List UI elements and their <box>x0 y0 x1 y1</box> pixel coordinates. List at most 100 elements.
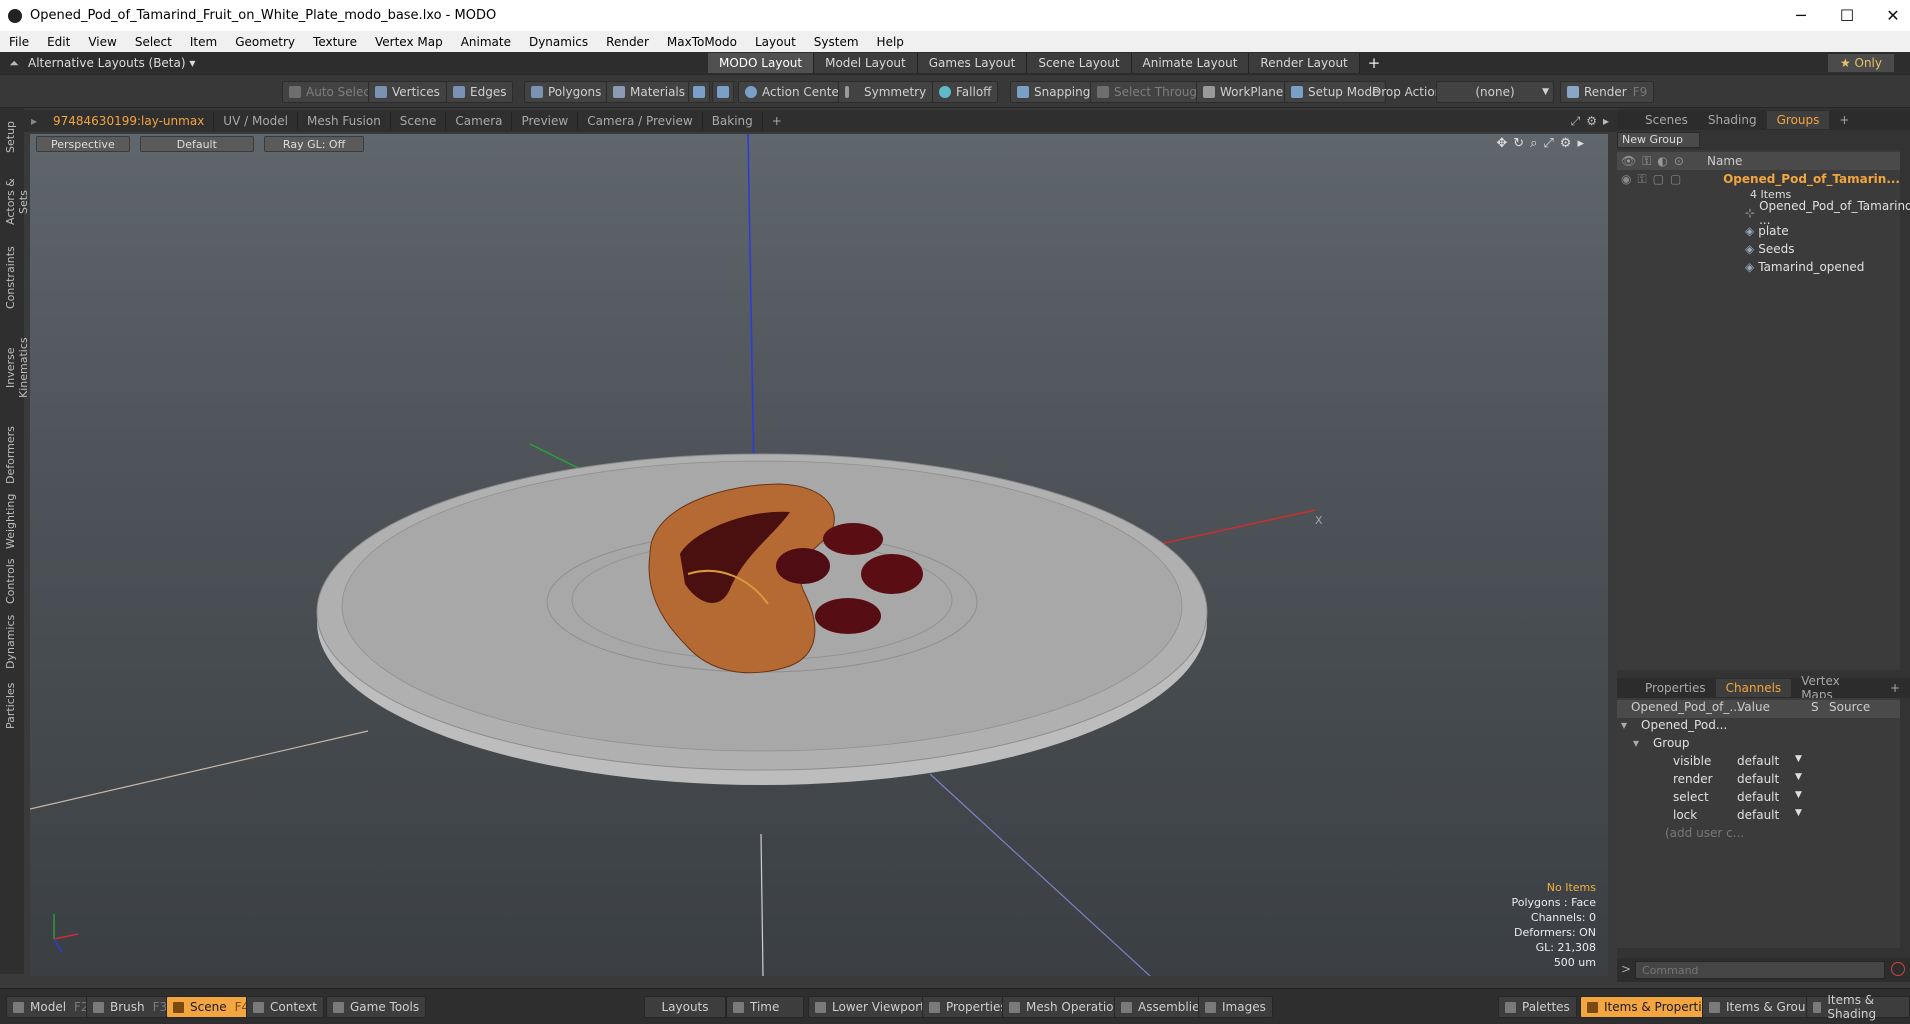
menu-edit[interactable]: Edit <box>38 35 79 49</box>
drop-action-select[interactable]: (none) ▼ <box>1436 81 1554 103</box>
side-tab-deformers[interactable]: Deformers <box>4 424 20 486</box>
snap-select-button[interactable] <box>688 81 710 103</box>
group-root-toggles[interactable]: ◉⚿▢▢ <box>1617 172 1723 187</box>
channel-row[interactable]: visible default ▼ <box>1617 754 1900 772</box>
tab-lay-unmax[interactable]: 97484630199:lay-unmax <box>44 112 215 130</box>
tab-animate-layout[interactable]: Animate Layout <box>1131 53 1250 73</box>
menu-view[interactable]: View <box>79 35 125 49</box>
chevron-down-icon[interactable]: ▼ <box>1795 772 1802 782</box>
menu-maxtomodo[interactable]: MaxToModo <box>658 35 746 49</box>
channel-value[interactable]: default <box>1737 754 1779 768</box>
side-tab-weighting[interactable]: Weighting <box>4 492 20 550</box>
menu-select[interactable]: Select <box>126 35 181 49</box>
channel-row[interactable]: select default ▼ <box>1617 790 1900 808</box>
action-center-button[interactable]: Action Center <box>738 81 851 103</box>
tab-scene-layout[interactable]: Scene Layout <box>1027 53 1132 73</box>
vertices-button[interactable]: Vertices <box>368 81 447 103</box>
tab-baking[interactable]: Baking <box>703 112 763 130</box>
menu-texture[interactable]: Texture <box>304 35 366 49</box>
model-button[interactable]: Model F2 <box>6 996 96 1018</box>
workplane-button[interactable]: WorkPlane <box>1196 81 1291 103</box>
tab-preview[interactable]: Preview <box>512 112 579 130</box>
tab-model-layout[interactable]: Model Layout <box>814 53 918 73</box>
tab-shading[interactable]: Shading <box>1698 111 1767 129</box>
menu-file[interactable]: File <box>0 35 38 49</box>
menu-dynamics[interactable]: Dynamics <box>520 35 597 49</box>
command-input[interactable] <box>1635 961 1885 979</box>
add-layout-button[interactable]: + <box>1360 54 1389 72</box>
collapse-arrow-icon[interactable]: ⏶ <box>0 56 28 71</box>
menu-item[interactable]: Item <box>181 35 226 49</box>
side-tab-constraints[interactable]: Constraints <box>4 246 20 310</box>
tab-render-layout[interactable]: Render Layout <box>1249 53 1360 73</box>
symmetry-button[interactable]: Symmetry <box>838 81 934 103</box>
tab-mesh-fusion[interactable]: Mesh Fusion <box>298 112 391 130</box>
properties-button[interactable]: Properties <box>922 996 1014 1018</box>
channel-group-row[interactable]: ▾ Group <box>1617 736 1900 754</box>
falloff-button[interactable]: Falloff <box>932 81 999 103</box>
items-properties-button[interactable]: Items & Properties <box>1580 996 1723 1018</box>
menu-render[interactable]: Render <box>597 35 658 49</box>
materials-button[interactable]: Materials <box>606 81 693 103</box>
side-tab-particles[interactable]: Particles <box>4 678 20 734</box>
channel-value[interactable]: default <box>1737 772 1779 786</box>
chevron-down-icon[interactable]: ▼ <box>1795 754 1802 764</box>
tab-camera[interactable]: Camera <box>446 112 513 130</box>
minimize-button[interactable]: ─ <box>1778 0 1824 31</box>
tab-scene[interactable]: Scene <box>391 112 447 130</box>
group-child-row[interactable]: ◈ plate <box>1617 222 1900 240</box>
tab-camera-preview[interactable]: Camera / Preview <box>578 112 703 130</box>
alt-layouts-dropdown[interactable]: Alternative Layouts (Beta) ▾ <box>28 56 708 70</box>
3d-viewport[interactable]: Perspective Default Ray GL: Off ✥↻⌕⤢⚙▸ X <box>30 134 1608 976</box>
palettes-button[interactable]: Palettes <box>1498 996 1577 1018</box>
menu-animate[interactable]: Animate <box>452 35 520 49</box>
chevron-down-icon[interactable]: ▼ <box>1795 808 1802 818</box>
edges-button[interactable]: Edges <box>446 81 514 103</box>
side-tab-inverse-kinematics[interactable]: Inverse Kinematics <box>4 318 30 418</box>
menu-help[interactable]: Help <box>868 35 913 49</box>
menu-system[interactable]: System <box>805 35 868 49</box>
channel-row[interactable]: lock default ▼ <box>1617 808 1900 826</box>
channel-row[interactable]: render default ▼ <box>1617 772 1900 790</box>
expand-arrow-icon[interactable]: ▾ <box>1633 736 1639 750</box>
menu-geometry[interactable]: Geometry <box>226 35 304 49</box>
render-button[interactable]: Render F9 <box>1560 81 1655 103</box>
record-icon[interactable] <box>1891 962 1905 976</box>
select-through-button[interactable]: Select Through <box>1090 81 1212 103</box>
close-button[interactable]: ✕ <box>1870 0 1910 31</box>
brush-button[interactable]: Brush F3 <box>86 996 175 1018</box>
side-tab-controls[interactable]: Controls <box>4 556 20 606</box>
lower-viewports-button[interactable]: Lower Viewports <box>808 996 939 1018</box>
add-panel-tab-button[interactable]: + <box>1829 111 1859 129</box>
menu-layout[interactable]: Layout <box>746 35 805 49</box>
expand-arrow-icon[interactable]: ▾ <box>1621 718 1627 732</box>
items-shading-button[interactable]: Items & Shading <box>1806 993 1910 1021</box>
tab-channels[interactable]: Channels <box>1715 679 1792 697</box>
tab-vertex-maps[interactable]: Vertex Maps <box>1791 674 1880 702</box>
tab-uv-model[interactable]: UV / Model <box>214 112 298 130</box>
maximize-button[interactable]: ☐ <box>1824 0 1870 31</box>
game-tools-button[interactable]: Game Tools <box>326 996 427 1018</box>
pivot-select-button[interactable] <box>712 81 734 103</box>
side-tab-dynamics[interactable]: Dynamics <box>4 612 20 672</box>
tab-groups[interactable]: Groups <box>1766 111 1830 129</box>
polygons-button[interactable]: Polygons <box>524 81 609 103</box>
context-button[interactable]: Context <box>246 996 325 1018</box>
group-child-row[interactable]: ⊹ Opened_Pod_of_Tamarind ... <box>1617 199 1910 227</box>
tab-games-layout[interactable]: Games Layout <box>917 53 1028 73</box>
add-properties-tab-button[interactable]: + <box>1880 679 1910 697</box>
viewport-menu-arrow-icon[interactable]: ▸ <box>24 114 44 128</box>
channel-value[interactable]: default <box>1737 808 1779 822</box>
channel-root-row[interactable]: ▾ Opened_Pod... <box>1617 718 1900 736</box>
chevron-down-icon[interactable]: ▼ <box>1795 790 1802 800</box>
side-tab-setup[interactable]: Setup <box>4 116 20 158</box>
auto-select-button[interactable]: Auto Select <box>282 81 382 103</box>
scene-button[interactable]: Scene F4 <box>166 996 257 1018</box>
viewport-options-icon[interactable]: ⤢⚙▸ <box>1571 114 1615 129</box>
tab-modo-layout[interactable]: MODO Layout <box>708 53 815 73</box>
add-viewport-tab-button[interactable]: + <box>763 112 791 130</box>
images-button[interactable]: Images <box>1198 996 1273 1018</box>
tab-scenes[interactable]: Scenes <box>1635 111 1698 129</box>
menu-vertex-map[interactable]: Vertex Map <box>366 35 452 49</box>
add-user-channel-row[interactable]: (add user c... <box>1617 826 1900 844</box>
